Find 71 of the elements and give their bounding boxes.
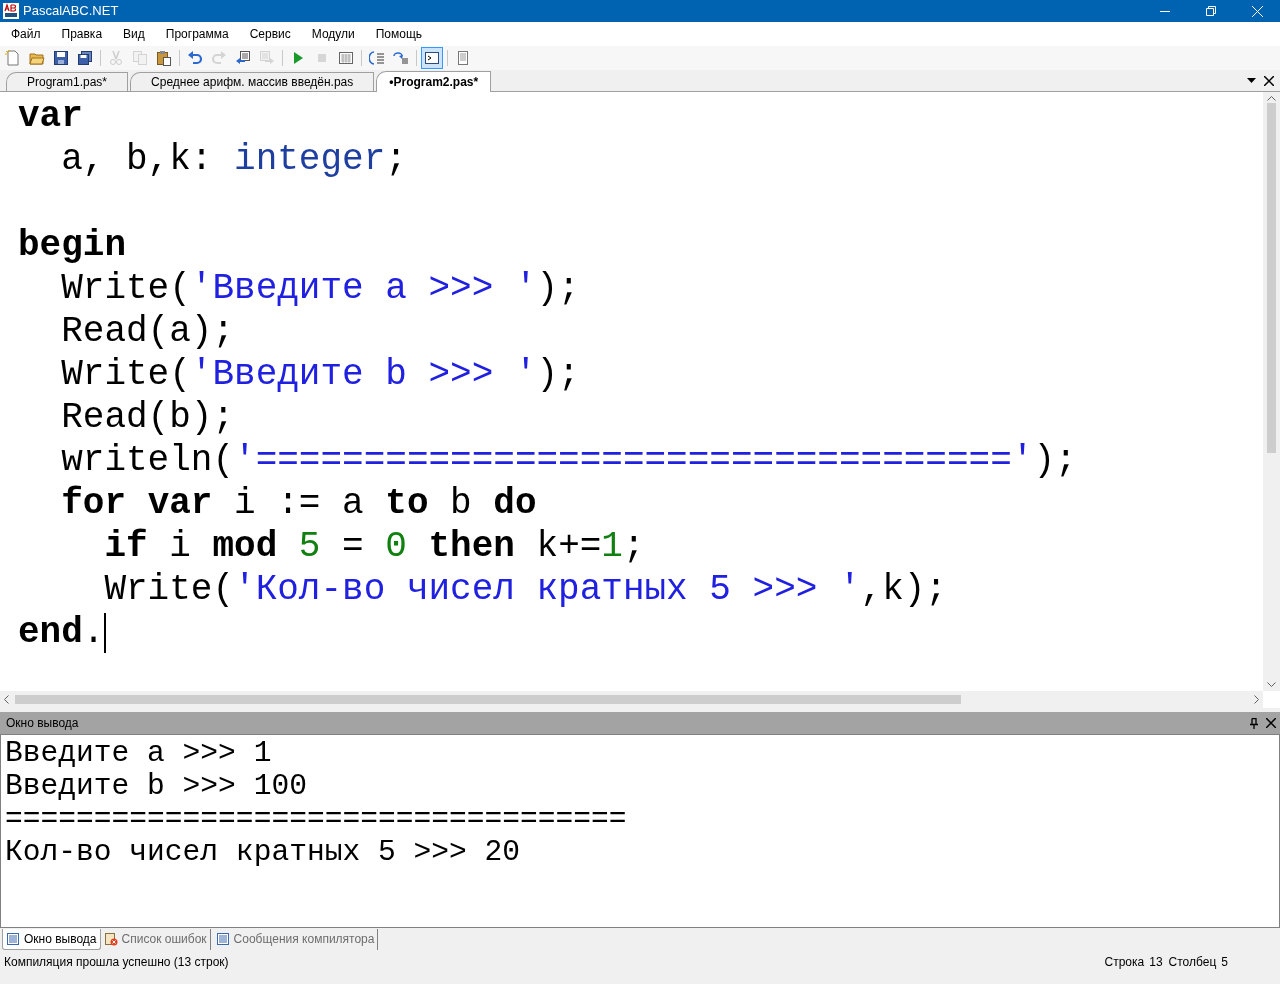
file-tab[interactable]: •Program2.pas* — [376, 71, 492, 92]
close-icon — [1251, 5, 1263, 17]
document-right-arrow-icon — [259, 50, 275, 66]
scissors-icon — [108, 50, 124, 66]
console-window-icon — [424, 50, 440, 66]
console-window-button[interactable] — [421, 47, 443, 69]
output-line: =================================== — [5, 803, 628, 836]
code-line: end. — [18, 611, 105, 654]
file-tab[interactable]: Среднее арифм. массив введён.pas — [130, 72, 375, 91]
panel-tab[interactable]: Список ошибок — [100, 928, 211, 950]
output-line: Введите a >>> 1 — [5, 737, 273, 770]
pin-icon[interactable] — [1250, 717, 1258, 729]
scrollbar-thumb[interactable] — [1267, 103, 1276, 453]
scroll-right-icon[interactable] — [1254, 695, 1259, 704]
code-line: begin — [18, 224, 127, 267]
document-icon — [455, 50, 471, 66]
menu-item[interactable]: Модули — [304, 25, 362, 43]
code-line: a, b,k: integer; — [60, 138, 407, 181]
step-over-icon — [393, 50, 409, 66]
document-left-arrow-icon — [235, 50, 251, 66]
redo-arrow-icon — [211, 50, 227, 66]
grid-window-icon — [338, 50, 354, 66]
app-logo-icon — [3, 3, 19, 19]
code-line: Read(b); — [60, 396, 235, 439]
menu-item[interactable]: Сервис — [242, 25, 298, 43]
status-message: Компиляция прошла успешно (13 строк) — [4, 954, 229, 971]
panel-title: Окно вывода — [6, 715, 79, 732]
column-label: Столбец — [1168, 954, 1217, 971]
code-line: var — [18, 95, 83, 138]
undo-arrow-icon — [187, 50, 203, 66]
dropdown-arrow-icon[interactable] — [1247, 78, 1256, 83]
new-file-icon — [5, 50, 21, 66]
restore-icon — [1206, 6, 1216, 16]
close-icon[interactable] — [1264, 75, 1274, 86]
list-icon — [6, 931, 20, 946]
code-line: for var i := a to b do — [60, 482, 537, 525]
panel-tab[interactable]: Сообщения компилятора — [212, 928, 379, 950]
clipboard-error-icon — [103, 932, 118, 946]
file-tab[interactable]: Program1.pas* — [6, 72, 129, 91]
row-label: Строка — [1104, 954, 1145, 971]
menu-item[interactable]: Помощь — [368, 25, 430, 43]
vertical-scrollbar[interactable] — [1263, 92, 1280, 691]
window-title: PascalABC.NET — [23, 2, 119, 21]
code-line: if i mod 5 = 0 then k+=1; — [103, 525, 645, 568]
output-line: Кол-во чисел кратных 5 >>> 20 — [5, 836, 521, 869]
column-number: 5 — [1221, 954, 1228, 971]
scrollbar-thumb[interactable] — [15, 695, 961, 704]
horizontal-scrollbar[interactable] — [0, 691, 1263, 708]
list-icon — [215, 932, 230, 946]
clipboard-icon — [156, 50, 172, 66]
minimize-icon — [1160, 10, 1170, 12]
code-line: Write('Введите a >>> '); — [60, 267, 580, 310]
step-into-icon — [369, 50, 385, 66]
copy-icon — [132, 50, 148, 66]
row-number: 13 — [1149, 954, 1163, 971]
scroll-down-icon[interactable] — [1267, 682, 1276, 687]
code-line: Write('Кол-во чисел кратных 5 >>> ',k); — [103, 568, 947, 611]
code-line: Write('Введите b >>> '); — [60, 353, 580, 396]
menu-item[interactable]: Правка — [54, 25, 110, 43]
code-line: Read(a); — [60, 310, 235, 353]
output-line: Введите b >>> 100 — [5, 770, 308, 803]
floppy-disks-icon — [77, 50, 93, 66]
folder-icon — [29, 50, 45, 66]
panel-tab[interactable]: Окно вывода — [2, 928, 101, 950]
close-icon[interactable] — [1266, 718, 1276, 728]
menu-item[interactable]: Вид — [116, 25, 152, 43]
menu-item[interactable]: Файл — [4, 25, 48, 43]
scroll-up-icon[interactable] — [1267, 96, 1276, 101]
scroll-left-icon[interactable] — [4, 695, 9, 704]
code-line: writeln('==================================='); — [60, 439, 1077, 482]
menu-item[interactable]: Программа — [158, 25, 236, 43]
